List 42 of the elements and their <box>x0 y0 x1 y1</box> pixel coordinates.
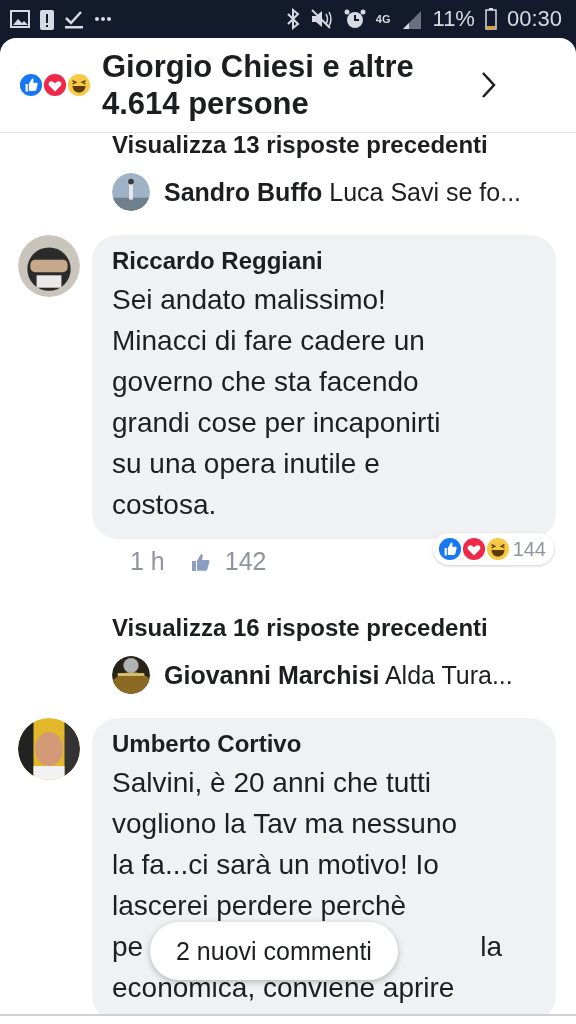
view-previous-replies-link[interactable]: Visualizza 13 risposte precedenti <box>112 133 556 173</box>
comment-text: pe <box>112 930 144 964</box>
comment-author[interactable]: Umberto Cortivo <box>112 730 536 758</box>
chevron-right-icon[interactable] <box>480 71 496 99</box>
battery-percentage: 11% <box>432 6 475 32</box>
network-type: 4G <box>375 13 391 25</box>
comment-text: Minacci di fare cadere un <box>112 324 425 358</box>
reply-preview[interactable]: Sandro Buffo Luca Savi se fo... <box>164 177 522 207</box>
heart-reaction-icon <box>460 536 487 562</box>
like-reaction-icon <box>436 536 463 562</box>
comment-text: grandi cose per incaponirti <box>112 406 441 440</box>
comment-text: su una opera inutile e <box>112 447 380 481</box>
like-reaction-icon <box>18 72 44 98</box>
battery-icon <box>484 8 497 30</box>
comment-text: vogliono la Tav ma nessuno <box>112 807 458 841</box>
comment-time: 1 h <box>130 547 165 576</box>
comment-text: Sei andato malissimo! <box>112 283 386 317</box>
alert-notification-icon <box>40 8 54 30</box>
reply-preview[interactable]: Giovanni Marchisi Alda Tura... <box>164 660 513 690</box>
comment-text: la fa...ci sarà un motivo! Io <box>112 848 439 882</box>
bluetooth-icon <box>285 8 300 30</box>
clock-time: 00:30 <box>506 6 562 32</box>
more-notifications-icon <box>94 16 112 22</box>
laugh-reaction-icon <box>484 536 511 562</box>
reactions-number: 144 <box>512 537 546 561</box>
view-previous-replies-link[interactable]: Visualizza 16 risposte precedenti <box>112 606 556 656</box>
image-notification-icon <box>10 10 30 28</box>
laugh-reaction-icon <box>66 72 92 98</box>
heart-reaction-icon <box>42 72 68 98</box>
like-count: 142 <box>224 547 267 576</box>
comment-text: la <box>480 930 502 964</box>
check-notification-icon <box>64 9 84 29</box>
new-comments-button[interactable]: 2 nuovi commenti <box>150 922 398 980</box>
comment-text: lascerei perdere perchè <box>112 889 407 923</box>
mute-icon <box>309 8 334 30</box>
thumbs-up-icon[interactable] <box>190 551 211 572</box>
alarm-icon <box>343 8 366 30</box>
comment-author[interactable]: Riccardo Reggiani <box>112 247 536 275</box>
reactions-summary-title[interactable]: Giorgio Chiesi e altre 4.614 persone <box>102 48 432 122</box>
comment-text: Salvini, è 20 anni che tutti <box>112 766 432 800</box>
comment-text: costosa. <box>112 488 217 522</box>
comment-text: governo che sta facendo <box>112 365 419 399</box>
